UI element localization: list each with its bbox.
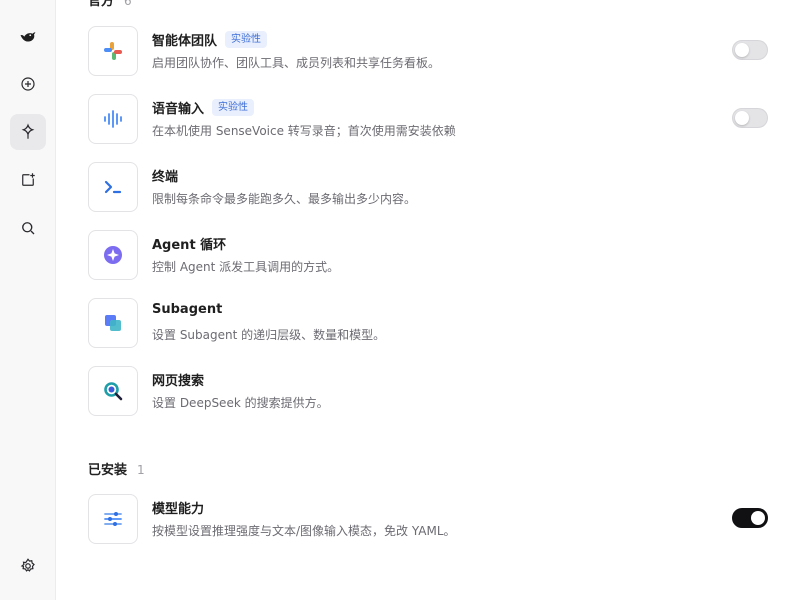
new-chat-icon[interactable]	[10, 66, 46, 102]
agent-team-toggle[interactable]	[732, 40, 768, 60]
plugin-title: Agent 循环	[152, 234, 226, 253]
section-installed-count: 1	[137, 463, 145, 477]
plugin-item-agent-team[interactable]: 智能体团队 实验性 启用团队协作、团队工具、成员列表和共享任务看板。	[88, 26, 768, 76]
model-capability-toggle[interactable]	[732, 508, 768, 528]
plugin-item-terminal[interactable]: 终端 限制每条命令最多能跑多久、最多输出多少内容。	[88, 162, 768, 212]
subagent-icon	[88, 298, 138, 348]
section-official-label: 官方	[88, 0, 115, 9]
section-installed-label: 已安装	[88, 463, 128, 478]
app-window: 官方 6 智能体团队 实验性 启用团队协作、团队工具、成员列表和共享任务看板。 语音…	[0, 0, 800, 600]
plugin-title: 模型能力	[152, 498, 204, 517]
plugin-title-text: 智能体团队	[152, 34, 218, 49]
plugin-item-web-search[interactable]: 网页搜索 设置 DeepSeek 的搜索提供方。	[88, 366, 768, 416]
plugin-title-text: 模型能力	[152, 502, 205, 517]
deepseek-logo-icon[interactable]	[10, 18, 46, 54]
plugin-description: 限制每条命令最多能跑多久、最多输出多少内容。	[152, 192, 417, 206]
section-installed-header: 已安装 1	[88, 459, 145, 478]
add-project-icon[interactable]	[10, 162, 46, 198]
voice-input-toggle[interactable]	[732, 108, 768, 128]
plugin-description: 控制 Agent 派发工具调用的方式。	[152, 260, 340, 274]
plugin-title: 语音输入 实验性	[152, 98, 255, 117]
agent-loop-icon	[88, 230, 138, 280]
experimental-badge: 实验性	[225, 31, 268, 48]
plugin-item-subagent[interactable]: Subagent 设置 Subagent 的递归层级、数量和模型。	[88, 298, 768, 348]
terminal-icon	[88, 162, 138, 212]
waveform-icon	[88, 94, 138, 144]
plugin-item-model-capability[interactable]: 模型能力 按模型设置推理强度与文本/图像输入模态，免改 YAML。	[88, 494, 768, 544]
plugin-description: 按模型设置推理强度与文本/图像输入模态，免改 YAML。	[152, 524, 456, 538]
sidebar	[0, 0, 56, 600]
main-content: 官方 6 智能体团队 实验性 启用团队协作、团队工具、成员列表和共享任务看板。 语音…	[56, 0, 800, 600]
plugin-title-text: Subagent	[152, 302, 223, 317]
plugin-item-agent-loop[interactable]: Agent 循环 控制 Agent 派发工具调用的方式。	[88, 230, 768, 280]
plugin-title: 终端	[152, 166, 178, 185]
plugin-title: 网页搜索	[152, 370, 204, 389]
plugin-title-text: 网页搜索	[152, 374, 205, 389]
experimental-badge: 实验性	[212, 99, 255, 116]
plugin-item-voice-input[interactable]: 语音输入 实验性 在本机使用 SenseVoice 转写录音；首次使用需安装依赖	[88, 94, 768, 144]
web-search-icon	[88, 366, 138, 416]
plugin-title-text: Agent 循环	[152, 238, 227, 253]
plugin-description: 在本机使用 SenseVoice 转写录音；首次使用需安装依赖	[152, 124, 456, 138]
plugins-icon[interactable]	[10, 114, 46, 150]
plugin-title: Subagent	[152, 302, 222, 317]
plugin-description: 设置 Subagent 的递归层级、数量和模型。	[152, 328, 386, 342]
team-icon	[88, 26, 138, 76]
plugin-description: 设置 DeepSeek 的搜索提供方。	[152, 396, 329, 410]
plugin-description: 启用团队协作、团队工具、成员列表和共享任务看板。	[152, 56, 441, 70]
plugin-title-text: 终端	[152, 170, 179, 185]
section-official-count: 6	[124, 0, 132, 8]
section-official-header: 官方 6	[88, 0, 132, 9]
search-icon[interactable]	[10, 210, 46, 246]
plugin-title: 智能体团队 实验性	[152, 30, 268, 49]
gear-icon[interactable]	[10, 548, 46, 584]
sliders-icon	[88, 494, 138, 544]
plugin-title-text: 语音输入	[152, 102, 205, 117]
